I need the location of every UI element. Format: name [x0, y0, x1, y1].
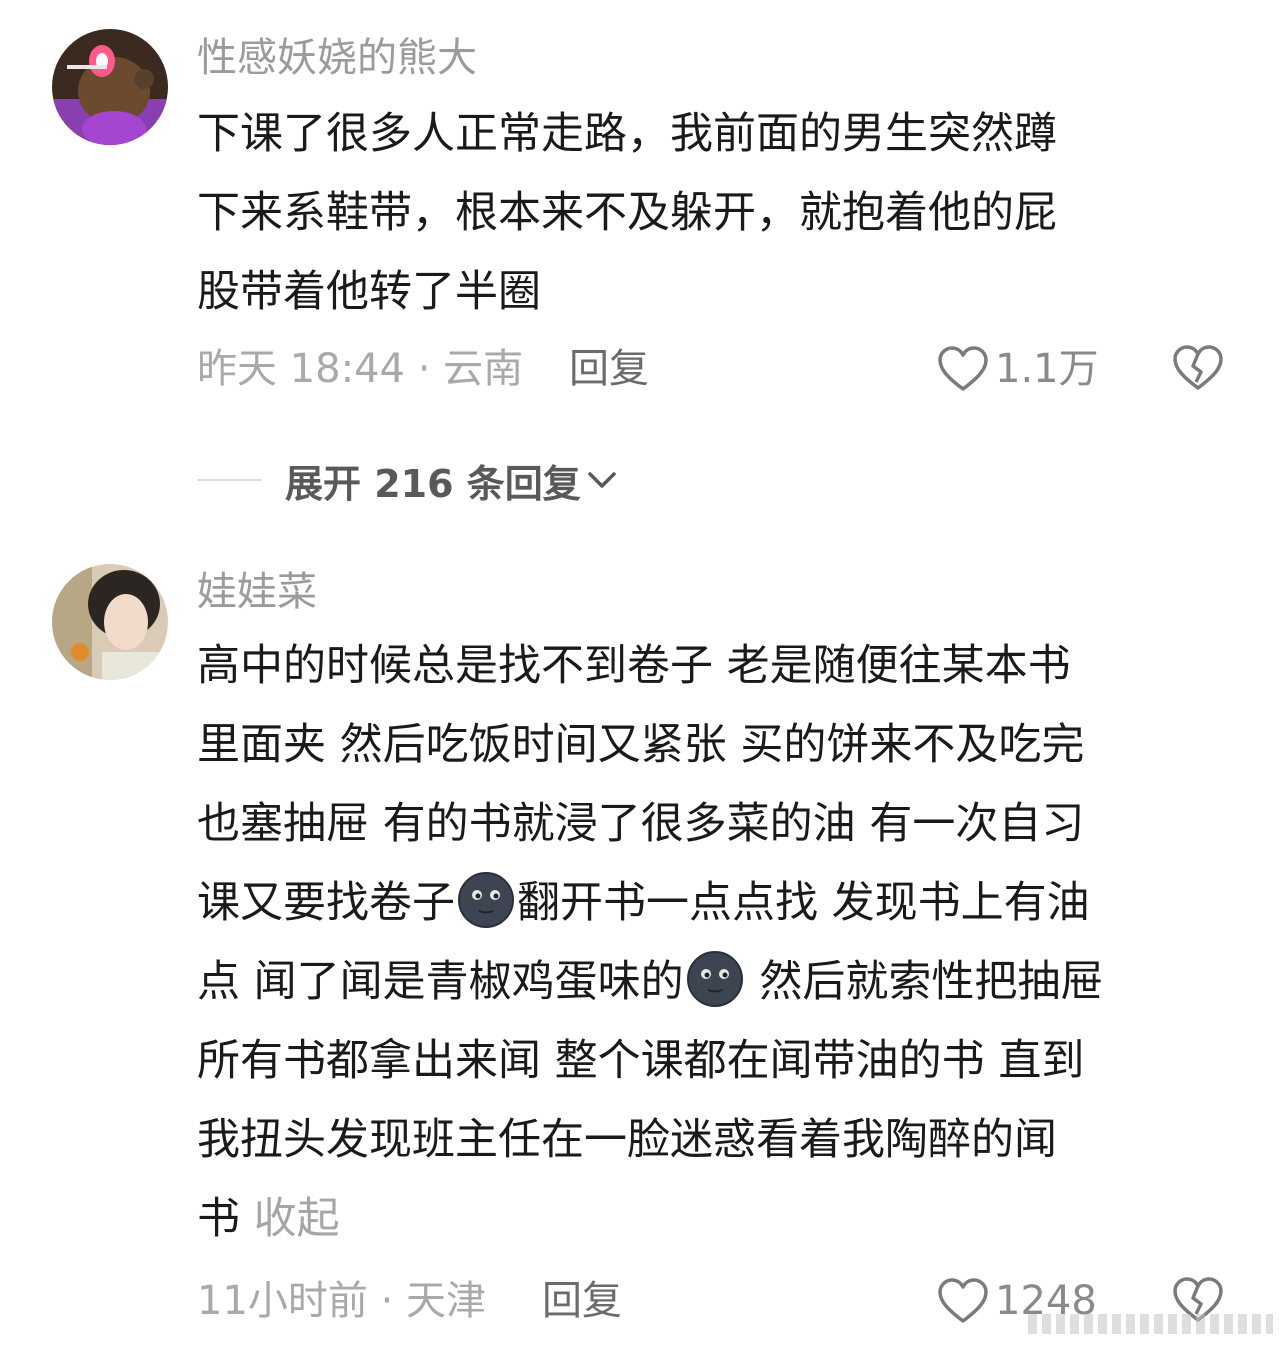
- timestamp-location: 11小时前 · 天津: [197, 1278, 487, 1324]
- expand-replies-button[interactable]: 展开 216 条回复: [197, 455, 619, 506]
- comment-text-segment: 翻开书一点点找 发现书上有油: [517, 878, 1090, 928]
- expand-replies-label: 展开 216 条回复: [285, 461, 581, 506]
- comment-line: 点 闻了闻是青椒鸡蛋味的 然后就索性把抽屉: [197, 943, 1237, 1022]
- comment-line: 书 收起: [197, 1180, 1237, 1259]
- reply-button[interactable]: 回复: [569, 344, 649, 394]
- new-moon-face-emoji: [458, 872, 514, 928]
- comment-meta: 昨天 18:44 · 云南 回复 1.1万: [197, 344, 1279, 394]
- username[interactable]: 性感妖娆的熊大: [197, 34, 477, 82]
- comment-line: 所有书都拿出来闻 整个课都在闻带油的书 直到: [197, 1036, 1085, 1086]
- comment-text: 下课了很多人正常走路，我前面的男生突然蹲 下来系鞋带，根本来不及躲开，就抱着他的…: [197, 95, 1237, 332]
- heart-outline-icon: [938, 346, 988, 391]
- watermark: [1028, 1314, 1273, 1334]
- timestamp-location: 昨天 18:44 · 云南: [197, 346, 524, 392]
- like-button[interactable]: 1.1万: [937, 344, 1099, 394]
- comment-line: 股带着他转了半圈: [197, 267, 541, 317]
- username[interactable]: 娃娃菜: [197, 568, 317, 616]
- dislike-button[interactable]: [1172, 344, 1224, 394]
- girl-avatar-image: [52, 564, 168, 680]
- comment-text-segment: 点 闻了闻是青椒鸡蛋味的: [197, 957, 684, 1007]
- comment-line: 下来系鞋带，根本来不及躲开，就抱着他的屁: [197, 188, 1057, 238]
- comment-line: 课又要找卷子 翻开书一点点找 发现书上有油: [197, 864, 1237, 943]
- collapse-button[interactable]: 收起: [254, 1194, 340, 1244]
- comment-line: 高中的时候总是找不到卷子 老是随便往某本书: [197, 641, 1071, 691]
- heart-outline-icon: [938, 1278, 988, 1323]
- comment-text-segment: 然后就索性把抽屉: [745, 957, 1104, 1007]
- divider-line: [197, 479, 261, 481]
- comment-line: 我扭头发现班主任在一脸迷惑看着我陶醉的闻: [197, 1115, 1057, 1165]
- bear-avatar-image: [52, 29, 168, 145]
- comment-line: 下课了很多人正常走路，我前面的男生突然蹲: [197, 109, 1057, 159]
- comment-line: 也塞抽屉 有的书就浸了很多菜的油 有一次自习: [197, 799, 1085, 849]
- avatar[interactable]: [52, 29, 168, 145]
- new-moon-face-emoji: [686, 951, 743, 1007]
- comment-line: 里面夹 然后吃饭时间又紧张 买的饼来不及吃完: [197, 720, 1085, 770]
- reply-button[interactable]: 回复: [542, 1276, 622, 1326]
- like-count: 1.1万: [995, 346, 1099, 392]
- comment-text: 高中的时候总是找不到卷子 老是随便往某本书 里面夹 然后吃饭时间又紧张 买的饼来…: [197, 627, 1237, 1259]
- chevron-down-icon: [588, 472, 616, 488]
- comment-text-segment: 课又要找卷子: [197, 878, 455, 928]
- broken-heart-icon: [1173, 345, 1223, 390]
- comment-text-segment: 书: [197, 1194, 240, 1244]
- avatar[interactable]: [52, 564, 168, 680]
